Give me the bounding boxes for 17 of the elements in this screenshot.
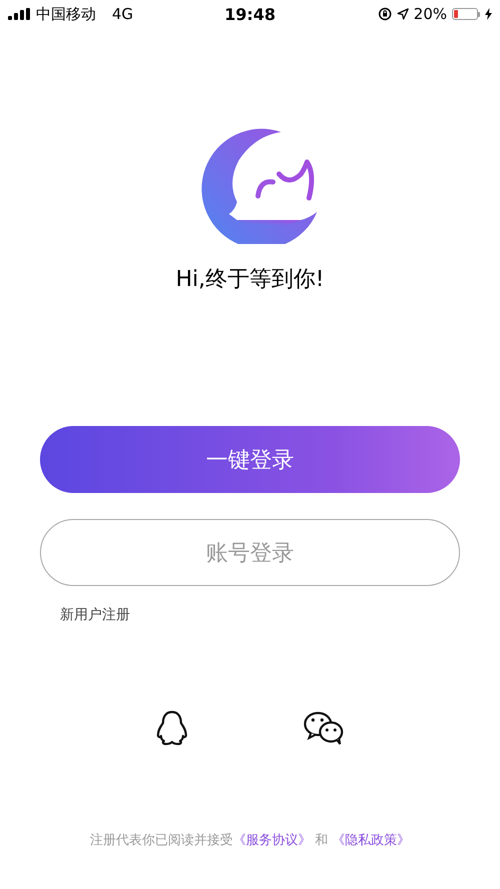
network-type: 4G <box>112 5 134 23</box>
rotation-lock-icon <box>378 7 392 21</box>
chat-bubbles-icon[interactable] <box>303 711 345 745</box>
agreement-text: 注册代表你已阅读并接受《服务协议》 和 《隐私政策》 <box>88 832 412 849</box>
account-login-button[interactable]: 账号登录 <box>40 519 460 586</box>
signal-icon <box>8 8 30 20</box>
register-link[interactable]: 新用户注册 <box>60 606 130 624</box>
privacy-policy-link[interactable]: 《隐私政策》 <box>332 833 410 848</box>
greeting-title: Hi,终于等到你! <box>176 266 324 294</box>
battery-icon <box>452 8 480 20</box>
battery-percent: 20% <box>414 5 447 23</box>
location-arrow-icon <box>396 8 409 20</box>
clock-time: 19:48 <box>224 4 276 24</box>
service-agreement-link[interactable]: 《服务协议》 <box>232 833 311 848</box>
one-click-login-button[interactable]: 一键登录 <box>40 426 460 493</box>
penguin-icon[interactable] <box>155 710 189 746</box>
carrier-name: 中国移动 <box>36 4 96 24</box>
